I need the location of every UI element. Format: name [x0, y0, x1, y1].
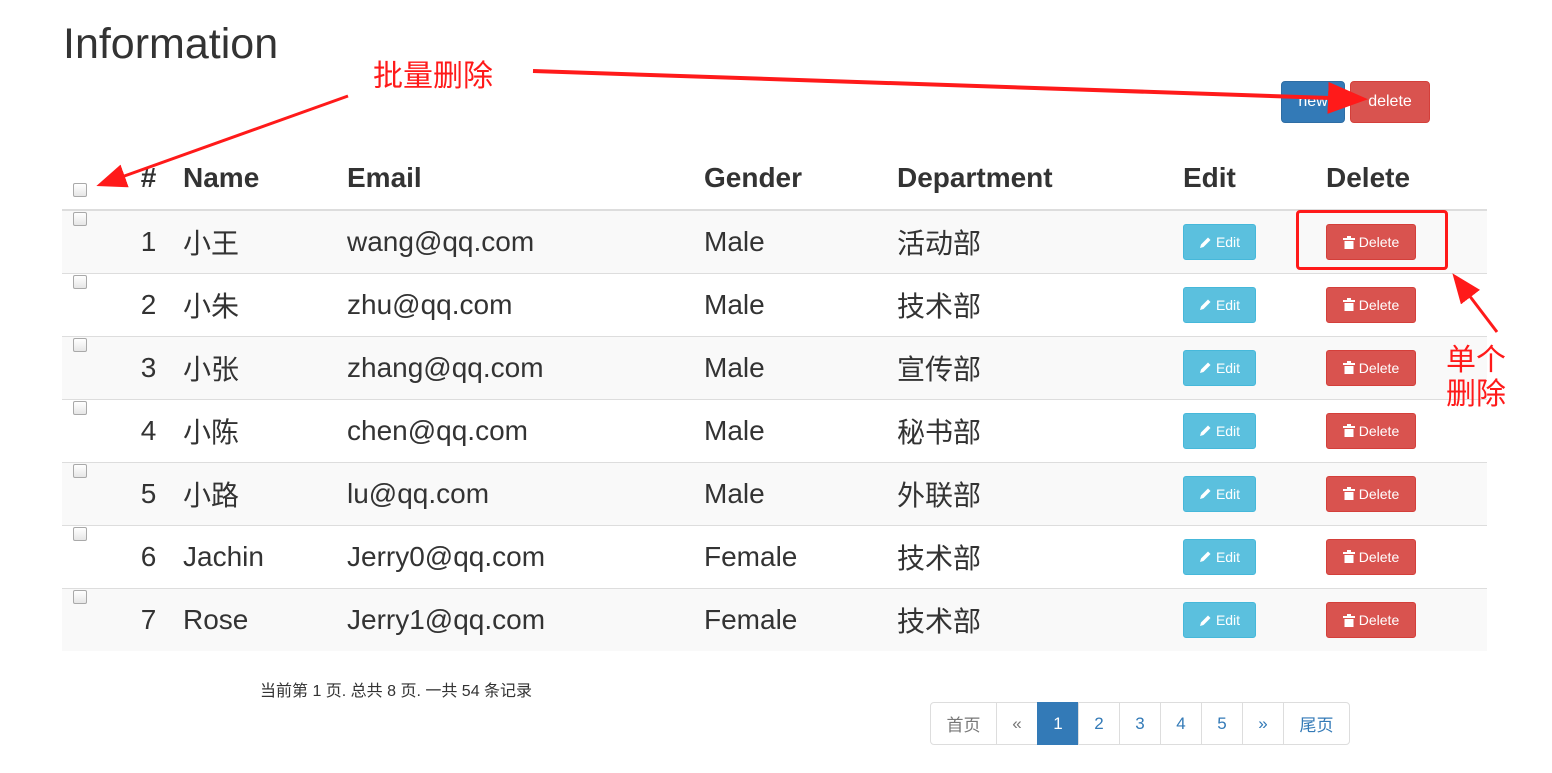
page-5[interactable]: 5: [1201, 702, 1243, 745]
page-4[interactable]: 4: [1160, 702, 1202, 745]
page-last[interactable]: 尾页: [1283, 702, 1350, 745]
page-2[interactable]: 2: [1078, 702, 1120, 745]
page-1[interactable]: 1: [1037, 702, 1079, 745]
page-info: 当前第 1 页. 总共 8 页. 一共 54 条记录: [260, 683, 533, 700]
annotation-arrows: [96, 69, 1499, 333]
page-next[interactable]: »: [1242, 702, 1284, 745]
arrow-to-bulk-delete: [532, 69, 1368, 114]
page-first[interactable]: 首页: [930, 702, 997, 745]
arrow-to-row-delete: [1452, 273, 1499, 333]
arrow-to-select-all: [96, 94, 349, 188]
page-3[interactable]: 3: [1119, 702, 1161, 745]
pagination: 首页 « 1 2 3 4 5 » 尾页: [930, 702, 1350, 745]
page-prev[interactable]: «: [996, 702, 1038, 745]
